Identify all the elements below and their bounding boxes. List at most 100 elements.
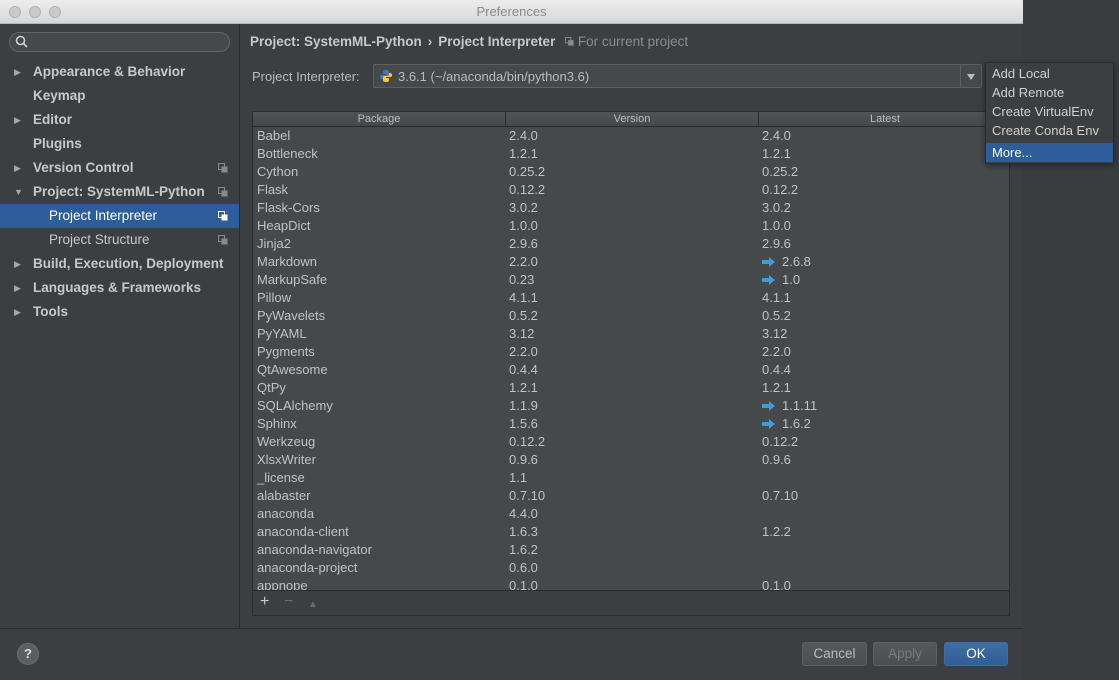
cancel-button[interactable]: Cancel [802, 642, 867, 666]
menu-item[interactable]: Add Remote [986, 83, 1113, 102]
table-row[interactable]: QtPy 1.2.1 1.2.1 [253, 379, 1009, 397]
menu-item[interactable]: Create VirtualEnv [986, 102, 1113, 121]
table-row[interactable]: Flask 0.12.2 0.12.2 [253, 181, 1009, 199]
package-latest: 0.12.2 [762, 433, 798, 451]
sidebar-item[interactable]: ▶ Languages & Frameworks [0, 276, 239, 300]
package-version: 1.2.1 [509, 146, 538, 161]
package-version: 1.1 [509, 470, 528, 485]
sidebar-item-label: Project: SystemML-Python [33, 184, 205, 199]
help-button[interactable]: ? [17, 643, 39, 665]
latest-version-text: 0.25.2 [762, 164, 799, 179]
table-row[interactable]: _license 1.1 [253, 469, 1009, 487]
chevron-down-icon[interactable]: ▼ [14, 180, 24, 204]
package-latest: 0.12.2 [762, 181, 798, 199]
package-version: 1.1.9 [509, 398, 538, 413]
sidebar-item-label: Languages & Frameworks [33, 280, 202, 295]
menu-item[interactable]: Add Local [986, 64, 1113, 83]
sidebar-item[interactable]: ▶ Build, Execution, Deployment [0, 252, 239, 276]
table-row[interactable]: Babel 2.4.0 2.4.0 [253, 127, 1009, 145]
interpreter-select[interactable]: 3.6.1 (~/anaconda/bin/python3.6) [373, 64, 982, 88]
sidebar-item[interactable]: Project Structure [0, 228, 239, 252]
sidebar-item[interactable]: Project Interpreter [0, 204, 239, 228]
package-name: PyWavelets [257, 308, 326, 323]
package-latest: 1.2.2 [762, 523, 791, 541]
menu-item[interactable]: More... [986, 143, 1113, 162]
table-row[interactable]: anaconda-project 0.6.0 [253, 559, 1009, 577]
search-input[interactable] [9, 32, 230, 52]
copy-icon [218, 235, 228, 245]
latest-version-text: 2.9.6 [762, 236, 791, 251]
dialog-footer: ? Cancel Apply OK [0, 628, 1023, 680]
chevron-right-icon[interactable]: ▶ [14, 60, 24, 84]
package-name: Sphinx [257, 416, 297, 431]
column-header-latest[interactable]: Latest [759, 112, 1009, 126]
apply-button[interactable]: Apply [873, 642, 937, 666]
package-name: Pygments [257, 344, 315, 359]
chevron-right-icon[interactable]: ▶ [14, 252, 24, 276]
column-header-package[interactable]: Package [253, 112, 506, 126]
table-row[interactable]: MarkupSafe 0.23 1.0 [253, 271, 1009, 289]
package-latest: 3.0.2 [762, 199, 791, 217]
packages-table: Package Version Latest Babel 2.4.0 2.4.0 Bo… [252, 111, 1010, 616]
column-header-version[interactable]: Version [506, 112, 759, 126]
table-row[interactable]: PyWavelets 0.5.2 0.5.2 [253, 307, 1009, 325]
table-row[interactable]: Pygments 2.2.0 2.2.0 [253, 343, 1009, 361]
ok-button[interactable]: OK [944, 642, 1008, 666]
table-row[interactable]: XlsxWriter 0.9.6 0.9.6 [253, 451, 1009, 469]
table-row[interactable]: Markdown 2.2.0 2.6.8 [253, 253, 1009, 271]
package-version: 0.4.4 [509, 362, 538, 377]
package-version: 0.9.6 [509, 452, 538, 467]
interpreter-dropdown-button[interactable] [960, 65, 981, 87]
sidebar-item-label: Tools [33, 304, 68, 319]
upgrade-package-button[interactable]: ▲ [308, 597, 318, 613]
package-version: 3.12 [509, 326, 535, 341]
table-row[interactable]: Werkzeug 0.12.2 0.12.2 [253, 433, 1009, 451]
table-row[interactable]: Cython 0.25.2 0.25.2 [253, 163, 1009, 181]
package-latest: 0.4.4 [762, 361, 791, 379]
interpreter-value: 3.6.1 (~/anaconda/bin/python3.6) [398, 69, 590, 84]
package-name: Flask-Cors [257, 200, 320, 215]
remove-package-button[interactable]: − [284, 594, 293, 610]
package-version: 0.5.2 [509, 308, 538, 323]
table-row[interactable]: Flask-Cors 3.0.2 3.0.2 [253, 199, 1009, 217]
package-latest: 1.6.2 [762, 415, 811, 433]
latest-version-text: 4.1.1 [762, 290, 791, 305]
latest-version-text: 1.1.11 [782, 398, 818, 413]
package-name: MarkupSafe [257, 272, 328, 287]
package-latest: 2.4.0 [762, 127, 791, 145]
sidebar-item[interactable]: ▶ Version Control [0, 156, 239, 180]
table-row[interactable]: anaconda-client 1.6.3 1.2.2 [253, 523, 1009, 541]
package-latest: 0.5.2 [762, 307, 791, 325]
table-row[interactable]: anaconda-navigator 1.6.2 [253, 541, 1009, 559]
sidebar-item[interactable]: ▶ Editor [0, 108, 239, 132]
menu-item[interactable]: Create Conda Env [986, 121, 1113, 140]
add-package-button[interactable]: + [260, 594, 269, 610]
table-toolbar: + − ▲ [253, 590, 1009, 615]
table-row[interactable]: anaconda 4.4.0 [253, 505, 1009, 523]
sidebar-item[interactable]: Keymap [0, 84, 239, 108]
table-row[interactable]: PyYAML 3.12 3.12 [253, 325, 1009, 343]
chevron-right-icon[interactable]: ▶ [14, 276, 24, 300]
chevron-right-icon[interactable]: ▶ [14, 108, 24, 132]
breadcrumb-project[interactable]: Project: SystemML-Python [250, 34, 422, 49]
table-row[interactable]: alabaster 0.7.10 0.7.10 [253, 487, 1009, 505]
menu-item-label: Add Remote [992, 85, 1065, 100]
table-row[interactable]: Sphinx 1.5.6 1.6.2 [253, 415, 1009, 433]
package-latest: 3.12 [762, 325, 787, 343]
table-row[interactable]: Pillow 4.1.1 4.1.1 [253, 289, 1009, 307]
sidebar-item[interactable]: Plugins [0, 132, 239, 156]
table-row[interactable]: HeapDict 1.0.0 1.0.0 [253, 217, 1009, 235]
table-row[interactable]: Jinja2 2.9.6 2.9.6 [253, 235, 1009, 253]
sidebar-item[interactable]: ▶ Tools [0, 300, 239, 324]
package-name: anaconda-client [257, 524, 349, 539]
table-row[interactable]: SQLAlchemy 1.1.9 1.1.11 [253, 397, 1009, 415]
interpreter-options-menu: Add Local Add Remote Create VirtualEnv Crea… [985, 62, 1114, 164]
copy-icon [565, 37, 574, 46]
table-row[interactable]: QtAwesome 0.4.4 0.4.4 [253, 361, 1009, 379]
sidebar-item[interactable]: ▼ Project: SystemML-Python [0, 180, 239, 204]
chevron-right-icon[interactable]: ▶ [14, 300, 24, 324]
chevron-right-icon[interactable]: ▶ [14, 156, 24, 180]
package-name: QtPy [257, 380, 286, 395]
table-row[interactable]: Bottleneck 1.2.1 1.2.1 [253, 145, 1009, 163]
sidebar-item[interactable]: ▶ Appearance & Behavior [0, 60, 239, 84]
